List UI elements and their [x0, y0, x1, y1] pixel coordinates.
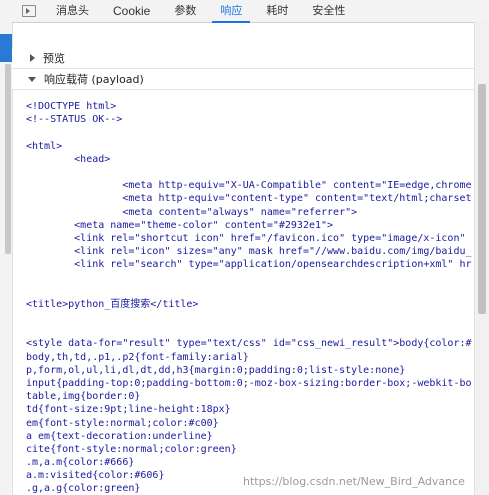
code-line: <title>python_百度搜索</title>: [26, 298, 199, 310]
watermark-text: https://blog.csdn.net/New_Bird_Advance: [243, 475, 465, 488]
selected-request-indicator[interactable]: [0, 34, 12, 62]
tab-params[interactable]: 参数: [162, 0, 208, 22]
code-line: a em{text-decoration:underline}: [26, 430, 213, 442]
code-line: p,form,ol,ul,li,dl,dt,dd,h3{margin:0;pad…: [26, 364, 406, 376]
preview-section-header[interactable]: 预览: [12, 48, 475, 69]
code-line: <meta http-equiv="content-type" content=…: [26, 193, 472, 205]
code-line: <style data-for="result" type="text/css"…: [26, 338, 472, 350]
tab-response[interactable]: 响应: [208, 0, 254, 23]
tab-cookies[interactable]: Cookie: [101, 0, 162, 22]
scrollbar-thumb[interactable]: [478, 84, 486, 314]
expand-arrow-icon: [30, 54, 35, 62]
code-line: <meta http-equiv="X-UA-Compatible" conte…: [26, 180, 472, 192]
code-line: <html>: [26, 140, 63, 152]
code-line: <meta content="always" name="referrer">: [26, 206, 358, 218]
request-list-scrollbar[interactable]: [5, 64, 11, 254]
collapse-arrow-icon: [28, 76, 36, 82]
code-line: <!--STATUS OK-->: [26, 114, 123, 126]
code-line: td{font-size:9pt;line-height:18px}: [26, 404, 231, 416]
response-source-view[interactable]: <!DOCTYPE html> <!--STATUS OK--> <html> <h…: [26, 100, 472, 495]
vertical-scrollbar[interactable]: [474, 22, 489, 495]
tab-timings[interactable]: 耗时: [254, 0, 300, 22]
tab-security[interactable]: 安全性: [300, 0, 357, 22]
preview-label: 预览: [43, 52, 65, 65]
code-line: <meta name="theme-color" content="#2932e…: [26, 219, 334, 231]
code-line: <!DOCTYPE html>: [26, 101, 117, 112]
code-line: <head>: [26, 153, 111, 165]
code-line: em{font-style:normal;color:#c00}: [26, 417, 219, 429]
code-line: <link rel="shortcut icon" href="/favicon…: [26, 232, 472, 244]
code-line: table,img{border:0}: [26, 391, 141, 403]
code-line: .m,a.m{color:#666}: [26, 457, 135, 469]
toggle-panel-icon[interactable]: [22, 5, 36, 17]
tab-headers[interactable]: 消息头: [44, 0, 101, 22]
code-line: body,th,td,.p1,.p2{font-family:arial}: [26, 351, 249, 363]
payload-section-header[interactable]: 响应载荷 (payload): [12, 69, 475, 90]
code-line: <link rel="search" type="application/ope…: [26, 259, 472, 271]
code-line: input{padding-top:0;padding-bottom:0;-mo…: [26, 377, 472, 389]
details-tab-bar: 消息头 Cookie 参数 响应 耗时 安全性: [12, 0, 489, 23]
payload-label: 响应载荷 (payload): [44, 73, 144, 86]
code-line: cite{font-style:normal;color:green}: [26, 443, 237, 455]
code-line: <link rel="icon" sizes="any" mask href="…: [26, 246, 472, 258]
